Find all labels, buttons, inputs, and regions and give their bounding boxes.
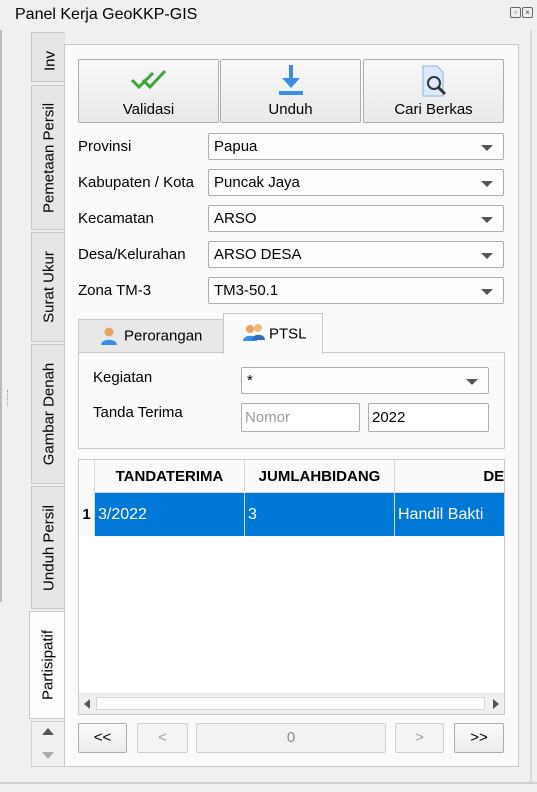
side-tab-inv[interactable]: Inv <box>31 32 65 82</box>
download-icon <box>278 65 303 95</box>
first-page-button[interactable]: << <box>78 723 127 753</box>
cell-desa[interactable]: Handil Bakti <box>395 493 504 536</box>
desa-label: Desa/Kelurahan <box>78 246 186 263</box>
horizontal-scrollbar[interactable] <box>79 693 504 714</box>
tanda-terima-label: Tanda Terima <box>93 404 183 421</box>
side-tab-label: Inv <box>41 50 59 72</box>
side-tab-bar: Inv Pemetaan Persil Surat Ukur Gambar De… <box>29 32 66 720</box>
resize-grip[interactable] <box>7 390 9 406</box>
table-row[interactable]: 3/2022 3 Handil Bakti <box>95 493 504 536</box>
kegiatan-label: Kegiatan <box>93 369 153 386</box>
chevron-down-icon <box>481 289 493 295</box>
next-page-button[interactable]: > <box>395 723 444 753</box>
tab-ptsl[interactable]: PTSL <box>223 313 323 354</box>
kegiatan-value: * <box>247 372 253 389</box>
kabupaten-label: Kabupaten / Kota <box>78 174 194 191</box>
page-number: 0 <box>196 723 386 753</box>
title-bar: Panel Kerja GeoKKP-GIS ▫ × <box>0 0 537 30</box>
chevron-down-icon <box>466 379 478 385</box>
validasi-button[interactable]: Validasi <box>78 59 219 123</box>
side-tab-pemetaan-persil[interactable]: Pemetaan Persil <box>31 85 65 230</box>
cari-berkas-label: Cari Berkas <box>394 101 473 118</box>
validasi-label: Validasi <box>122 101 175 118</box>
row-header[interactable]: 1 <box>79 493 95 536</box>
tab-ptsl-label: PTSL <box>269 325 307 343</box>
chevron-down-icon <box>481 217 493 223</box>
search-file-icon <box>422 65 446 97</box>
kecamatan-label: Kecamatan <box>78 210 154 227</box>
prev-page-button[interactable]: < <box>137 723 188 753</box>
tab-perorangan[interactable]: Perorangan <box>78 319 224 353</box>
cell-jumlahbidang[interactable]: 3 <box>245 493 395 536</box>
chevron-down-icon <box>481 145 493 151</box>
desa-value: ARSO DESA <box>214 246 302 263</box>
bottom-edge <box>0 782 537 784</box>
kecamatan-select[interactable]: ARSO <box>208 205 504 232</box>
tab-perorangan-label: Perorangan <box>124 327 203 345</box>
column-header-desa[interactable]: DESA <box>395 460 504 493</box>
scroll-up-icon[interactable] <box>42 728 54 735</box>
window-title: Panel Kerja GeoKKP-GIS <box>15 6 198 23</box>
kegiatan-select[interactable]: * <box>241 367 489 394</box>
side-tab-surat-ukur[interactable]: Surat Ukur <box>31 232 65 342</box>
unduh-button[interactable]: Unduh <box>220 59 361 123</box>
zona-select[interactable]: TM3-50.1 <box>208 277 504 304</box>
side-tab-label: Gambar Denah <box>40 362 57 466</box>
cell-tandaterima[interactable]: 3/2022 <box>95 493 245 536</box>
nomor-input[interactable] <box>241 403 360 432</box>
dock-right-edge <box>530 30 532 782</box>
side-tab-label: Surat Ukur <box>40 251 57 323</box>
chevron-down-icon <box>481 253 493 259</box>
kabupaten-value: Puncak Jaya <box>214 174 300 191</box>
provinsi-label: Provinsi <box>78 138 132 155</box>
provinsi-select[interactable]: Papua <box>208 133 504 160</box>
column-header-jumlahbidang[interactable]: JUMLAHBIDANG <box>245 460 395 493</box>
scroll-down-icon[interactable] <box>42 752 54 759</box>
column-header-tandaterima[interactable]: TANDATERIMA <box>95 460 245 493</box>
side-tab-partisipatif[interactable]: Partisipatif <box>29 611 66 719</box>
scroll-right-icon[interactable] <box>493 699 499 709</box>
kecamatan-value: ARSO <box>214 210 257 227</box>
dock-edge <box>0 30 2 602</box>
result-table: TANDATERIMA JUMLAHBIDANG DESA 1 3/2022 3… <box>78 459 505 715</box>
close-icon[interactable]: × <box>522 7 533 18</box>
scroll-thumb[interactable] <box>96 697 485 710</box>
side-tab-unduh-persil[interactable]: Unduh Persil <box>31 486 65 609</box>
side-tab-gambar-denah[interactable]: Gambar Denah <box>31 344 65 484</box>
double-check-icon <box>130 69 166 90</box>
chevron-down-icon <box>481 181 493 187</box>
float-icon[interactable]: ▫ <box>510 7 521 18</box>
table-header: TANDATERIMA JUMLAHBIDANG DESA <box>79 460 504 493</box>
side-tab-label: Partisipatif <box>39 629 57 701</box>
side-tab-label: Pemetaan Persil <box>40 102 57 213</box>
zona-label: Zona TM-3 <box>78 282 152 299</box>
person-icon <box>101 327 117 345</box>
group-icon <box>243 324 265 341</box>
scroll-left-icon[interactable] <box>84 699 90 709</box>
provinsi-value: Papua <box>214 138 258 155</box>
cari-berkas-button[interactable]: Cari Berkas <box>363 59 504 123</box>
corner-cell[interactable] <box>79 460 95 493</box>
unduh-label: Unduh <box>268 101 313 118</box>
kabupaten-select[interactable]: Puncak Jaya <box>208 169 504 196</box>
side-tab-scroller <box>31 721 65 767</box>
tahun-input[interactable] <box>368 403 489 432</box>
side-tab-label: Unduh Persil <box>40 504 57 591</box>
desa-select[interactable]: ARSO DESA <box>208 241 504 268</box>
zona-value: TM3-50.1 <box>214 282 279 299</box>
last-page-button[interactable]: >> <box>454 723 504 753</box>
